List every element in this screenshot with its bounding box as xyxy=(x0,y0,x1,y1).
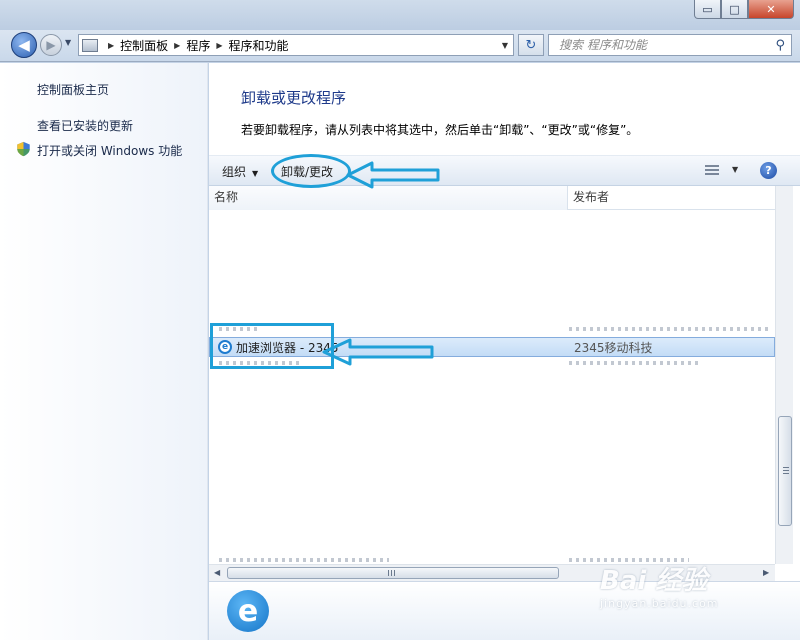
navigation-bar: ◀ ▶ ▼ ▶ 控制面板 ▶ 程序 ▶ 程序和功能 ▼ ↻ ⚲ xyxy=(0,30,800,62)
breadcrumb-control-panel[interactable]: 控制面板 xyxy=(120,37,168,54)
annotation-ellipse xyxy=(271,154,351,188)
chevron-right-icon[interactable]: ▶ xyxy=(216,41,222,50)
control-panel-icon xyxy=(82,38,98,52)
chevron-down-icon: ▼ xyxy=(252,169,259,178)
page-title: 卸载或更改程序 xyxy=(241,89,347,107)
page-description: 若要卸载程序，请从列表中将其选中，然后单击“卸载”、“更改”或“修复”。 xyxy=(241,123,639,137)
breadcrumb: ▶ 控制面板 ▶ 程序 ▶ 程序和功能 xyxy=(102,37,289,54)
minimize-button[interactable]: ▭ xyxy=(694,0,721,19)
obscured-list-item xyxy=(219,558,389,562)
forward-button[interactable]: ▶ xyxy=(40,34,62,56)
view-options-icon[interactable] xyxy=(705,165,719,176)
vertical-scrollbar[interactable] xyxy=(775,186,793,564)
annotation-arrow-icon xyxy=(322,338,434,366)
maximize-button[interactable]: □ xyxy=(721,0,748,19)
refresh-button[interactable]: ↻ xyxy=(518,34,544,56)
baidu-watermark: Bai 经验 jingyan.baidu.com xyxy=(600,560,719,610)
obscured-list-item xyxy=(569,361,699,365)
recent-pages-dropdown-icon[interactable]: ▼ xyxy=(65,38,71,47)
title-bar: ▭ □ ✕ xyxy=(0,0,800,30)
address-bar[interactable]: ▶ 控制面板 ▶ 程序 ▶ 程序和功能 ▼ xyxy=(78,34,514,56)
column-header-publisher[interactable]: 发布者 xyxy=(568,186,777,210)
search-box[interactable]: ⚲ xyxy=(548,34,792,56)
window-controls: ▭ □ ✕ xyxy=(694,0,794,19)
view-options-dropdown-icon[interactable]: ▼ xyxy=(732,165,738,174)
sidebar: 控制面板主页 查看已安装的更新 打开或关闭 Windows 功能 xyxy=(0,63,208,640)
close-button[interactable]: ✕ xyxy=(748,0,794,19)
help-button[interactable]: ? xyxy=(760,162,777,179)
program-publisher: 2345移动科技 xyxy=(574,340,653,355)
scroll-grip-icon xyxy=(388,570,396,576)
scroll-left-icon[interactable]: ◀ xyxy=(214,568,220,577)
organize-button[interactable]: 组织 ▼ xyxy=(222,163,258,180)
back-button[interactable]: ◀ xyxy=(11,32,37,58)
program-list[interactable]: e 加速浏览器 - 2345 2345移动科技 xyxy=(209,210,775,564)
annotation-arrow-icon xyxy=(346,161,440,189)
ie-browser-icon: e xyxy=(227,590,269,632)
watermark-url: jingyan.baidu.com xyxy=(600,597,719,610)
watermark-logo: Bai 经验 xyxy=(600,566,708,596)
shield-icon xyxy=(17,141,30,157)
breadcrumb-programs[interactable]: 程序 xyxy=(186,37,210,54)
sidebar-item-control-panel-home[interactable]: 控制面板主页 xyxy=(37,81,109,98)
annotation-box xyxy=(210,323,334,369)
obscured-list-item xyxy=(569,327,769,331)
sidebar-item-windows-features[interactable]: 打开或关闭 Windows 功能 xyxy=(37,142,182,159)
address-dropdown-icon[interactable]: ▼ xyxy=(502,41,508,50)
scroll-right-icon[interactable]: ▶ xyxy=(763,568,769,577)
sidebar-item-view-installed-updates[interactable]: 查看已安装的更新 xyxy=(37,117,133,134)
horizontal-scroll-thumb[interactable] xyxy=(227,567,559,579)
search-input[interactable] xyxy=(559,38,759,52)
chevron-right-icon[interactable]: ▶ xyxy=(108,41,114,50)
scroll-grip-icon xyxy=(783,467,789,475)
breadcrumb-programs-and-features[interactable]: 程序和功能 xyxy=(229,37,289,54)
search-icon[interactable]: ⚲ xyxy=(775,38,785,53)
vertical-scroll-thumb[interactable] xyxy=(778,416,792,526)
organize-label: 组织 xyxy=(222,165,247,179)
chevron-right-icon[interactable]: ▶ xyxy=(174,41,180,50)
column-headers: 名称 发布者 xyxy=(209,186,777,210)
